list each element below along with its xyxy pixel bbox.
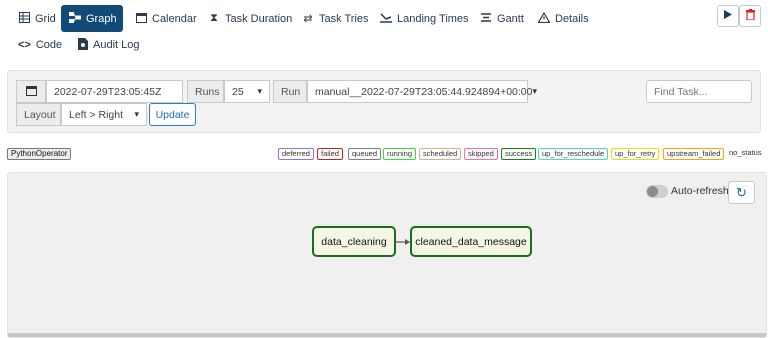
graph-canvas: Auto-refresh ↻ data_cleaning cleaned_dat… (7, 172, 767, 338)
tab-task-duration[interactable]: ⧗ Task Duration (200, 5, 300, 32)
operator-legend-python-operator: PythonOperator (7, 148, 72, 160)
tab-task-tries[interactable]: ⇄ Task Tries (294, 5, 377, 32)
hourglass-icon: ⧗ (210, 12, 218, 24)
tab-label: Gantt (497, 12, 524, 25)
layout-select[interactable]: Left > Right ▾ (61, 103, 147, 126)
legend-state-skipped: skipped (464, 148, 498, 160)
base-date-calendar-button[interactable] (16, 80, 46, 103)
view-tabs: Grid Graph Calendar ⧗ Task Duration ⇄ Ta… (0, 0, 768, 36)
tab-grid[interactable]: Grid (10, 5, 64, 32)
controls-panel: 2022-07-29T23:05:45Z Runs 25 ▾ Run manua… (7, 70, 761, 133)
trigger-dag-button[interactable] (717, 5, 739, 27)
update-button[interactable]: Update (149, 103, 196, 126)
tab-label: Graph (86, 12, 117, 25)
legend-state-upstream-failed: upstream_failed (663, 148, 725, 160)
tab-label: Details (555, 12, 589, 25)
legend-state-up-for-retry: up_for_retry (611, 148, 660, 160)
tab-details[interactable]: Details (530, 5, 597, 32)
legend-state-up-for-reschedule: up_for_reschedule (538, 148, 609, 160)
legend-state-no-status: no_status (729, 148, 762, 157)
find-task-input[interactable] (646, 80, 752, 103)
trash-icon (745, 9, 755, 23)
chevron-down-icon: ▾ (532, 86, 538, 96)
legend-state-scheduled: scheduled (419, 148, 462, 160)
tab-label: Grid (35, 12, 56, 25)
run-label: Run (273, 80, 307, 103)
code-icon: <> (18, 39, 31, 51)
graph-icon (69, 11, 81, 26)
legend-state-running: running (383, 148, 417, 160)
task-node-data-cleaning[interactable]: data_cleaning (312, 226, 396, 257)
landing-icon (380, 12, 392, 26)
grid-icon (18, 11, 30, 26)
play-icon (724, 10, 732, 22)
tab-label: Audit Log (93, 39, 140, 51)
layout-value: Left > Right (69, 108, 123, 121)
calendar-icon (135, 12, 147, 26)
run-value: manual__2022-07-29T23:05:44.924894+00:00 (315, 85, 533, 98)
base-date-input[interactable]: 2022-07-29T23:05:45Z (46, 80, 183, 103)
calendar-icon (25, 85, 37, 99)
horizontal-scrollbar[interactable] (8, 333, 766, 337)
legend-state-failed: failed (317, 148, 343, 160)
runs-label: Runs (187, 80, 224, 103)
tab-gantt[interactable]: Gantt (472, 5, 532, 32)
warning-triangle-icon (537, 11, 551, 26)
run-select[interactable]: manual__2022-07-29T23:05:44.924894+00:00… (307, 80, 537, 103)
tab-label: Landing Times (397, 12, 469, 25)
tab-label: Task Tries (319, 12, 369, 25)
delete-dag-button[interactable] (739, 5, 761, 27)
retry-icon: ⇄ (303, 13, 313, 25)
tab-calendar[interactable]: Calendar (127, 5, 205, 32)
tab-audit-log[interactable]: Audit Log (78, 35, 139, 55)
legend-state-deferred: deferred (278, 148, 314, 160)
legend-state-queued: queued (348, 148, 382, 160)
tab-label: Code (35, 39, 63, 51)
tab-label: Calendar (152, 12, 197, 25)
task-node-cleaned-data-message[interactable]: cleaned_data_message (410, 226, 532, 257)
tab-code[interactable]: <> Code (18, 35, 62, 55)
runs-value: 25 (232, 85, 244, 98)
gantt-icon (480, 12, 492, 26)
audit-log-icon (78, 37, 88, 53)
chevron-down-icon: ▾ (134, 109, 139, 119)
tab-label: Task Duration (225, 12, 293, 25)
tab-graph[interactable]: Graph (61, 5, 123, 32)
layout-label: Layout (16, 103, 61, 126)
tab-landing-times[interactable]: Landing Times (372, 5, 477, 32)
runs-select[interactable]: 25 ▾ (224, 80, 270, 103)
chevron-down-icon: ▾ (257, 86, 262, 96)
legend-state-success: success (501, 148, 537, 160)
